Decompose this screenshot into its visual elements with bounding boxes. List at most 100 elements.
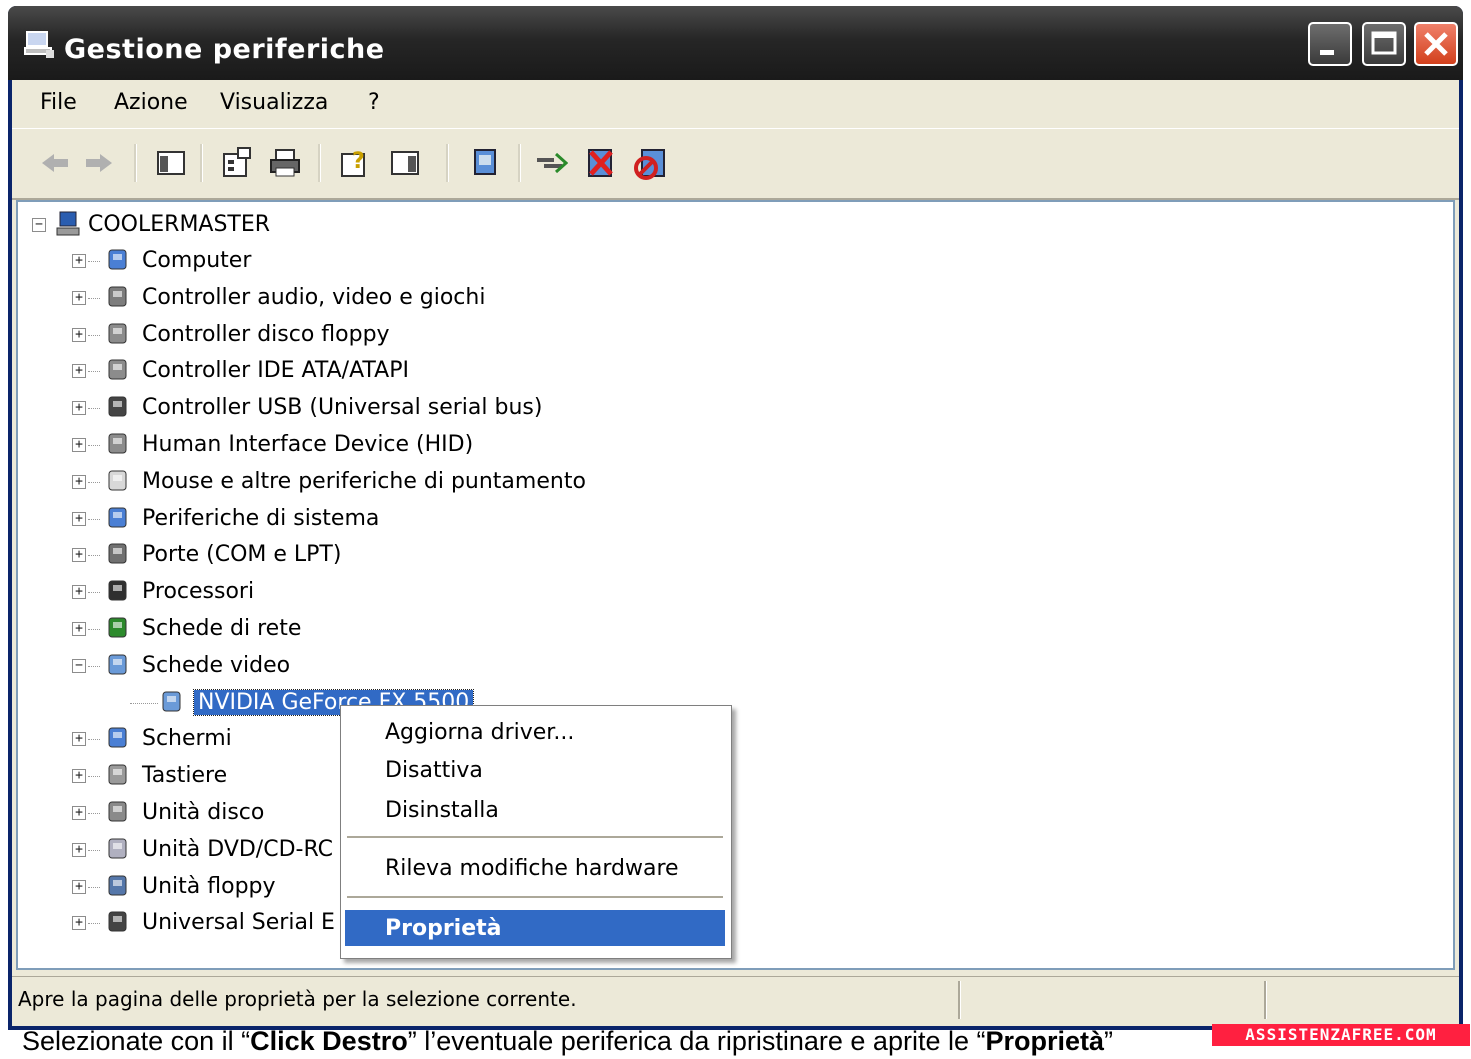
caption-text: Selezionate con il “: [22, 1026, 251, 1056]
monitor-icon: [108, 727, 127, 748]
tree-category-label: Schede video: [142, 652, 291, 678]
dvd-drive-icon: [108, 838, 127, 859]
menu-item-label: Disinstalla: [385, 798, 499, 823]
tree-category-label: Processori: [142, 579, 255, 605]
tree-category[interactable]: + Controller audio, video e giochi: [32, 281, 672, 315]
expand-toggle[interactable]: +: [72, 842, 86, 857]
menu-item-label: Disattiva: [385, 758, 483, 783]
tree-connector: [88, 813, 100, 814]
device-manager-icon: [24, 31, 54, 58]
back-arrow-icon[interactable]: [38, 146, 72, 180]
expand-toggle[interactable]: +: [72, 916, 86, 931]
maximize-button[interactable]: [1362, 22, 1406, 66]
disable-icon[interactable]: [634, 146, 668, 180]
toolbar-separator: [318, 144, 321, 182]
tree-category[interactable]: + Periferiche di sistema: [32, 502, 672, 536]
menu-visualizza[interactable]: Visualizza: [220, 90, 328, 115]
tree-category-label: Computer: [142, 248, 252, 273]
ide-controller-icon: [108, 359, 127, 380]
tree-category[interactable]: + Schede di rete: [32, 612, 672, 646]
menu-item-uninstall[interactable]: Disinstalla: [345, 792, 725, 828]
tree-connector: [88, 334, 100, 336]
tree-connector: [88, 371, 100, 373]
tree-category-label: Human Interface Device (HID): [142, 432, 474, 457]
svg-text:?: ?: [352, 149, 365, 174]
tree-category[interactable]: + Controller IDE ATA/ATAPI: [32, 354, 672, 388]
expand-toggle[interactable]: +: [72, 806, 86, 820]
sound-icon: [108, 286, 127, 307]
floppy-drive-icon: [108, 875, 127, 896]
collapse-toggle[interactable]: −: [72, 658, 86, 673]
tree-connector: [88, 665, 100, 667]
forward-arrow-icon[interactable]: [82, 146, 116, 180]
tree-category[interactable]: + Controller USB (Universal serial bus): [32, 391, 672, 425]
tree-connector: [88, 518, 100, 520]
print-icon[interactable]: [268, 146, 302, 180]
toolbar-separator: [518, 144, 521, 182]
properties-icon[interactable]: [220, 146, 254, 180]
tree-connector: [88, 886, 100, 888]
tree-category[interactable]: − Schede video: [32, 649, 672, 683]
expand-toggle[interactable]: +: [72, 511, 86, 526]
tree-category[interactable]: + Human Interface Device (HID): [32, 428, 672, 462]
menu-azione[interactable]: Azione: [114, 90, 188, 115]
expand-toggle[interactable]: +: [72, 290, 86, 305]
disk-drive-icon: [108, 801, 127, 822]
uninstall-icon[interactable]: [584, 146, 618, 180]
menu-file[interactable]: File: [40, 90, 77, 115]
tree-category[interactable]: + Processori: [32, 575, 672, 609]
tree-category[interactable]: + Mouse e altre periferiche di puntamento: [32, 465, 672, 499]
menu-bar: File Azione Visualizza ?: [12, 80, 1459, 129]
show-hide-console-tree-icon[interactable]: [154, 146, 188, 180]
tree-category-label: Periferiche di sistema: [142, 505, 380, 531]
menu-help[interactable]: ?: [368, 90, 380, 115]
collapse-toggle[interactable]: −: [32, 218, 46, 232]
tree-category-label: Schermi: [142, 726, 232, 752]
minimize-icon: [1320, 50, 1334, 55]
expand-toggle[interactable]: +: [72, 732, 86, 747]
tree-root[interactable]: − COOLERMASTER: [32, 208, 532, 242]
menu-item-update-driver[interactable]: Aggiorna driver...: [345, 714, 725, 750]
device-tree[interactable]: − COOLERMASTER + Computer + Controller audi…: [16, 200, 1455, 970]
help-icon[interactable]: ?: [338, 146, 372, 180]
network-card-icon: [108, 617, 127, 638]
expand-toggle[interactable]: +: [72, 879, 86, 894]
expand-toggle[interactable]: +: [72, 474, 86, 489]
update-driver-icon[interactable]: [470, 146, 504, 180]
tree-category-label: Tastiere: [142, 763, 228, 789]
expand-toggle[interactable]: +: [72, 364, 86, 379]
close-button[interactable]: [1414, 22, 1458, 66]
show-hide-action-pane-icon[interactable]: [388, 146, 422, 180]
title-bar[interactable]: Gestione periferiche: [8, 6, 1463, 80]
device-manager-window: Gestione periferiche File Azione Visuali…: [8, 6, 1463, 1030]
expand-toggle[interactable]: +: [72, 622, 86, 636]
tree-category-label: Schede di rete: [142, 616, 302, 641]
minimize-button[interactable]: [1308, 22, 1352, 66]
tree-category[interactable]: + Computer: [32, 244, 672, 278]
caption-bold-text: Click Destro: [250, 1026, 408, 1056]
expand-toggle[interactable]: +: [72, 438, 86, 452]
expand-toggle[interactable]: +: [72, 401, 86, 416]
tree-category-label: Unità floppy: [142, 873, 276, 899]
tree-category[interactable]: + Controller disco floppy: [32, 318, 672, 352]
floppy-controller-icon: [108, 323, 127, 344]
expand-toggle[interactable]: +: [72, 585, 86, 600]
expand-toggle[interactable]: +: [72, 254, 86, 268]
caption-text: ”: [1104, 1026, 1114, 1056]
tree-category[interactable]: + Porte (COM e LPT): [32, 538, 672, 572]
maximize-icon: [1371, 31, 1397, 55]
keyboard-icon: [108, 764, 127, 785]
scan-hardware-icon[interactable]: [534, 146, 568, 180]
tree-connector: [88, 592, 100, 594]
menu-item-scan-hardware[interactable]: Rileva modifiche hardware: [345, 850, 725, 886]
caption-bold-text: Proprietà: [985, 1026, 1105, 1056]
toolbar-separator: [446, 144, 449, 182]
expand-toggle[interactable]: +: [72, 769, 86, 784]
usb-icon: [108, 911, 127, 932]
menu-item-properties[interactable]: Proprietà: [345, 910, 725, 946]
tree-connector: [130, 702, 158, 704]
expand-toggle[interactable]: +: [72, 327, 86, 342]
expand-toggle[interactable]: +: [72, 548, 86, 563]
menu-item-disable[interactable]: Disattiva: [345, 752, 725, 788]
caption-text: ” l’eventuale periferica da ripristinare…: [407, 1026, 986, 1056]
